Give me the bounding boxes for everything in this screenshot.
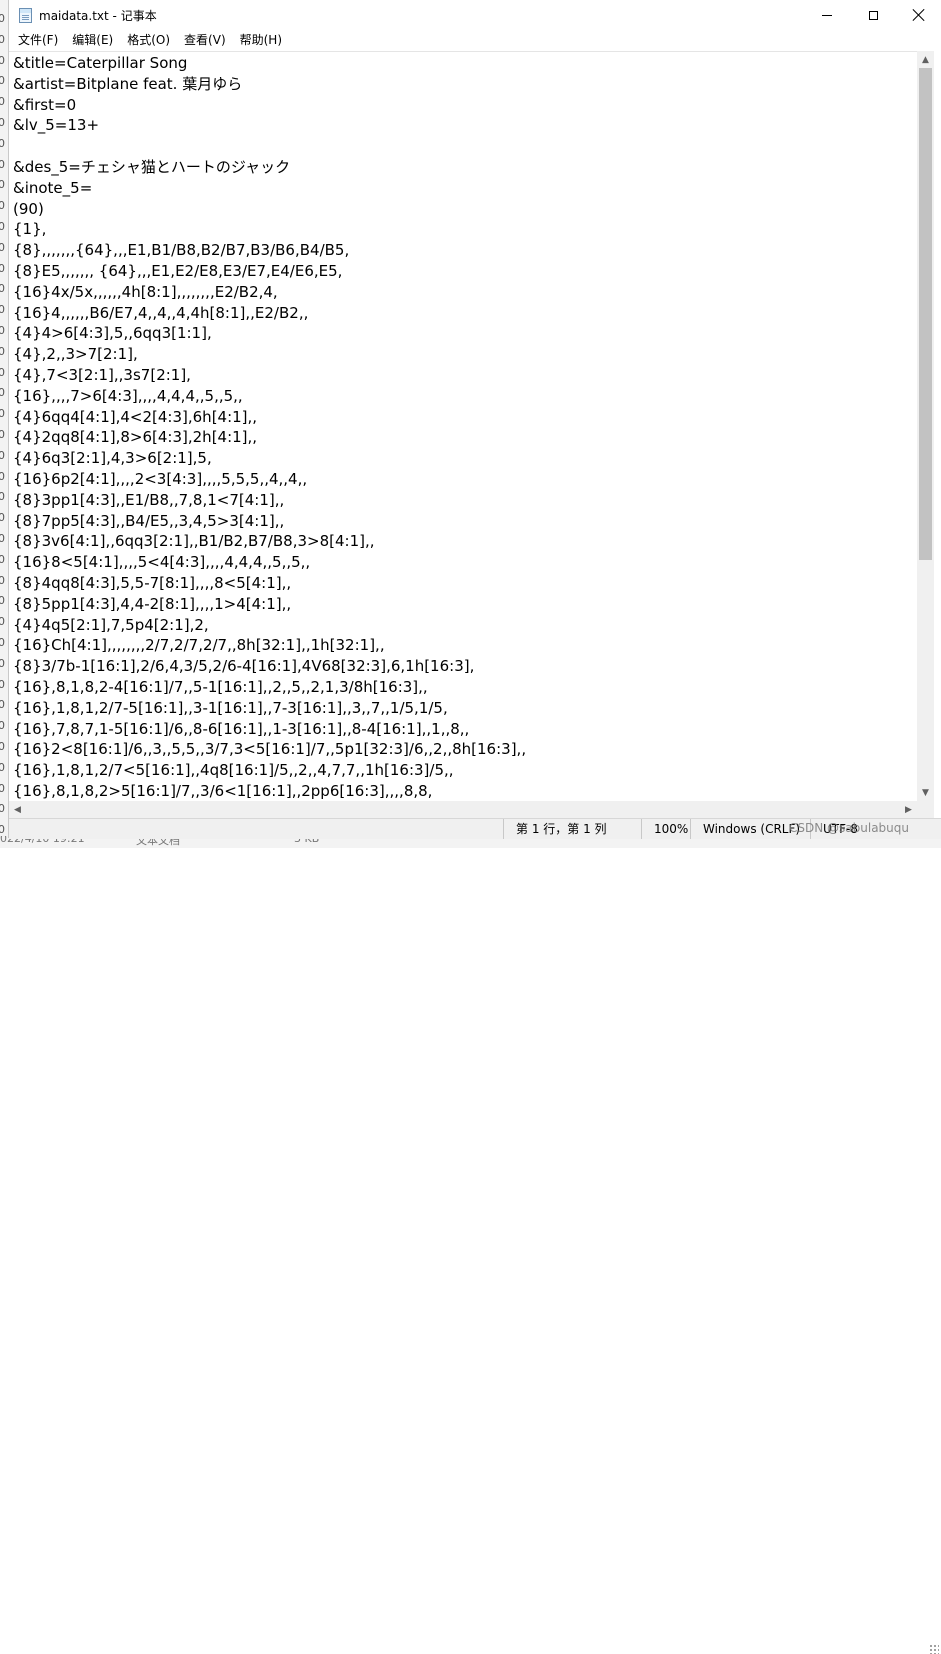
window-title: maidata.txt - 记事本 bbox=[39, 9, 157, 23]
menu-view[interactable]: 查看(V) bbox=[177, 30, 233, 51]
background-fragment: 0 bbox=[0, 95, 5, 109]
scroll-left-icon[interactable]: ◀ bbox=[9, 801, 26, 818]
menu-file[interactable]: 文件(F) bbox=[11, 30, 65, 51]
background-fragment: 0 bbox=[0, 199, 5, 213]
scroll-right-icon[interactable]: ▶ bbox=[900, 801, 917, 818]
background-fragment: 0 bbox=[0, 240, 5, 254]
background-fragment: 0 bbox=[0, 802, 5, 816]
background-fragment: 0 bbox=[0, 448, 5, 462]
scroll-down-icon[interactable]: ▼ bbox=[917, 784, 934, 801]
background-fragment: 0 bbox=[0, 12, 5, 25]
vertical-scrollbar[interactable]: ▲ ▼ bbox=[917, 51, 934, 801]
notepad-window: maidata.txt - 记事本 文件(F) 编辑(E) 格式(O) 查看(V… bbox=[8, 0, 941, 1654]
menu-bar: 文件(F) 编辑(E) 格式(O) 查看(V) 帮助(H) bbox=[9, 30, 941, 51]
background-fragment: 0 bbox=[0, 324, 5, 337]
cursor-position: 第 1 行，第 1 列 bbox=[503, 819, 642, 839]
text-editor[interactable]: &title=Caterpillar Song &artist=Bitplane… bbox=[9, 51, 917, 802]
background-fragment: 0 bbox=[0, 615, 5, 629]
menu-help[interactable]: 帮助(H) bbox=[233, 30, 289, 51]
background-fragment: 0 bbox=[0, 760, 5, 774]
maximize-icon bbox=[868, 10, 878, 20]
background-fragment: 0 bbox=[0, 677, 5, 691]
background-fragment: 0 bbox=[0, 344, 5, 358]
background-fragment: 0 bbox=[0, 178, 5, 192]
background-fragment: 0 bbox=[0, 220, 5, 233]
minimize-icon bbox=[822, 14, 832, 16]
background-window-strip: 0 0 0 0 0 0 0 0 0 0 0 0 0 0 0 0 0 0 0 0 0 0 0 0 0 0 0 0 0 0 0 0 0 0 0 0 0 0 0 0… bbox=[0, 0, 8, 848]
background-fragment: 0 bbox=[0, 32, 5, 46]
background-fragment: 0 bbox=[0, 781, 5, 795]
background-fragment: 0 bbox=[0, 490, 5, 504]
background-fragment: 0 bbox=[0, 552, 5, 566]
background-fragment: 0 bbox=[0, 573, 5, 587]
background-fragment: 0 bbox=[0, 74, 5, 88]
background-fragment: 0 bbox=[0, 53, 5, 67]
title-bar[interactable]: maidata.txt - 记事本 bbox=[9, 0, 941, 30]
background-fragment: 0 bbox=[0, 407, 5, 421]
background-fragment: 0 bbox=[0, 282, 5, 296]
background-fragment: 0 bbox=[0, 469, 5, 483]
minimize-button[interactable] bbox=[804, 0, 850, 30]
background-fragment: 0 bbox=[0, 116, 5, 129]
menu-format[interactable]: 格式(O) bbox=[120, 30, 177, 51]
background-fragment: 0 bbox=[0, 386, 5, 400]
notepad-icon bbox=[19, 8, 32, 23]
maximize-button[interactable] bbox=[850, 0, 896, 30]
zoom-level: 100% bbox=[641, 819, 696, 839]
background-fragment: 0 bbox=[0, 594, 5, 608]
background-fragment: 0 bbox=[0, 303, 5, 317]
background-fragment: 0 bbox=[0, 136, 5, 150]
background-fragment: 0 bbox=[0, 740, 5, 753]
close-button[interactable] bbox=[896, 0, 941, 30]
scroll-up-icon[interactable]: ▲ bbox=[917, 51, 934, 68]
background-fragment: 0 bbox=[0, 698, 5, 712]
horizontal-scrollbar[interactable]: ◀ ▶ bbox=[9, 801, 934, 818]
background-fragment: 0 bbox=[0, 261, 5, 275]
background-fragment: 0 bbox=[0, 511, 5, 525]
editor-text[interactable]: &title=Caterpillar Song &artist=Bitplane… bbox=[9, 52, 917, 802]
vertical-scroll-thumb[interactable] bbox=[919, 68, 932, 560]
background-fragment: 0 bbox=[0, 823, 5, 837]
close-icon bbox=[913, 9, 925, 21]
background-fragment: 0 bbox=[0, 719, 5, 733]
background-fragment: 0 bbox=[0, 636, 5, 649]
background-fragment: 0 bbox=[0, 532, 5, 545]
menu-edit[interactable]: 编辑(E) bbox=[65, 30, 120, 51]
resize-grip-icon[interactable] bbox=[929, 1644, 939, 1654]
background-fragment: 0 bbox=[0, 365, 5, 379]
background-fragment: 0 bbox=[0, 656, 5, 670]
watermark: CSDN @sabulabuqu bbox=[789, 821, 909, 835]
background-fragment: 0 bbox=[0, 428, 5, 441]
background-fragment: 0 bbox=[0, 157, 5, 171]
